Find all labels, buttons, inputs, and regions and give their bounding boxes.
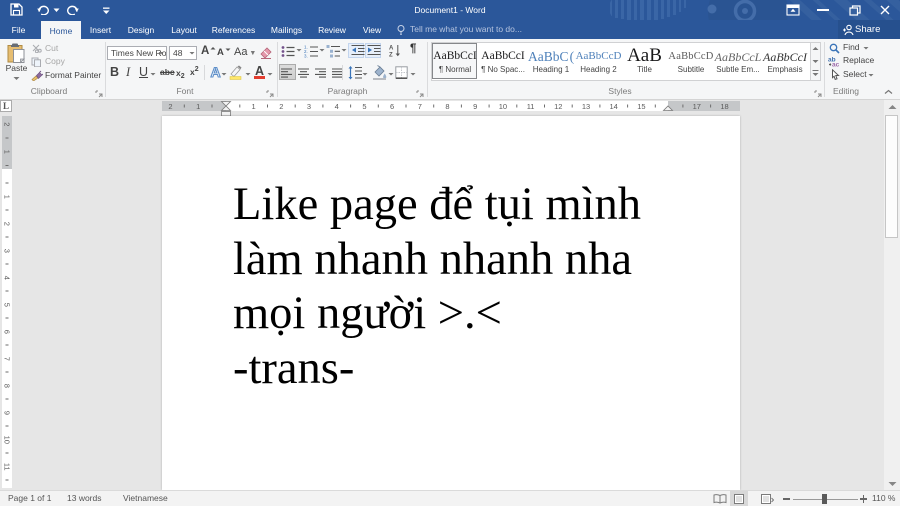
svg-text:17: 17 xyxy=(693,102,701,111)
svg-text:8: 8 xyxy=(445,102,449,111)
svg-text:7: 7 xyxy=(418,102,422,111)
svg-text:1: 1 xyxy=(252,102,256,111)
svg-text:4: 4 xyxy=(335,102,339,111)
svg-text:14: 14 xyxy=(610,102,618,111)
svg-text:6: 6 xyxy=(390,102,394,111)
svg-text:2: 2 xyxy=(2,122,11,126)
svg-text:8: 8 xyxy=(2,384,11,388)
svg-text:9: 9 xyxy=(2,411,11,415)
svg-text:2: 2 xyxy=(2,222,11,226)
svg-text:12: 12 xyxy=(554,102,562,111)
svg-text:5: 5 xyxy=(362,102,366,111)
svg-text:18: 18 xyxy=(720,102,728,111)
svg-text:7: 7 xyxy=(2,357,11,361)
svg-text:11: 11 xyxy=(527,102,535,111)
svg-text:4: 4 xyxy=(2,276,11,280)
svg-text:5: 5 xyxy=(2,303,11,307)
svg-text:11: 11 xyxy=(2,463,11,471)
svg-text:9: 9 xyxy=(473,102,477,111)
svg-text:13: 13 xyxy=(582,102,590,111)
svg-text:3.: 3. xyxy=(304,54,308,59)
svg-text:10: 10 xyxy=(2,436,11,444)
svg-text:ac: ac xyxy=(832,62,840,68)
svg-text:Z: Z xyxy=(389,53,393,58)
svg-text:A: A xyxy=(389,46,394,52)
svg-text:A: A xyxy=(210,65,220,79)
svg-text:1: 1 xyxy=(196,102,200,111)
svg-text:2: 2 xyxy=(168,102,172,111)
svg-text:1: 1 xyxy=(2,150,11,154)
svg-text:2: 2 xyxy=(279,102,283,111)
svg-text:15: 15 xyxy=(637,102,645,111)
svg-text:10: 10 xyxy=(499,102,507,111)
svg-text:3: 3 xyxy=(307,102,311,111)
svg-text:6: 6 xyxy=(2,330,11,334)
svg-text:3: 3 xyxy=(2,249,11,253)
svg-text:1: 1 xyxy=(2,195,11,199)
